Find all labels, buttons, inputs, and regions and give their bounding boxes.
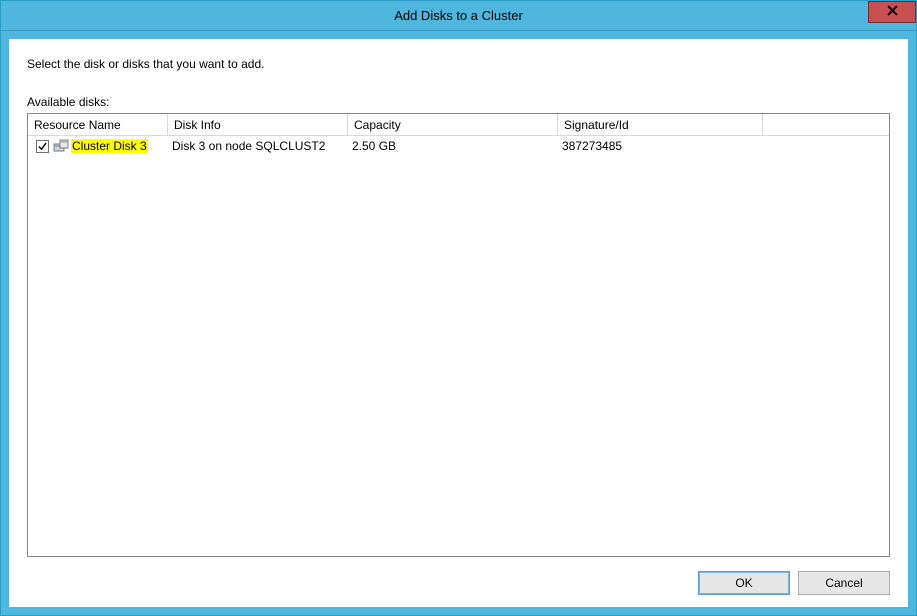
close-icon	[887, 5, 898, 19]
cell-resource: Cluster Disk 3	[32, 139, 168, 153]
list-header: Resource Name Disk Info Capacity Signatu…	[28, 114, 889, 136]
cell-capacity: 2.50 GB	[348, 139, 558, 153]
table-row[interactable]: Cluster Disk 3 Disk 3 on node SQLCLUST2 …	[28, 136, 889, 156]
column-header-signature[interactable]: Signature/Id	[558, 114, 763, 135]
window-title: Add Disks to a Cluster	[1, 8, 916, 23]
column-header-spacer	[763, 114, 889, 135]
cancel-button[interactable]: Cancel	[798, 571, 890, 595]
window-frame: Select the disk or disks that you want t…	[1, 31, 916, 615]
button-row: OK Cancel	[27, 557, 890, 595]
column-header-diskinfo[interactable]: Disk Info	[168, 114, 348, 135]
disk-list: Resource Name Disk Info Capacity Signatu…	[27, 113, 890, 557]
list-body[interactable]: Cluster Disk 3 Disk 3 on node SQLCLUST2 …	[28, 136, 889, 556]
column-header-resource[interactable]: Resource Name	[28, 114, 168, 135]
column-header-capacity[interactable]: Capacity	[348, 114, 558, 135]
disk-icon	[53, 139, 69, 153]
available-disks-label: Available disks:	[27, 95, 890, 109]
instruction-text: Select the disk or disks that you want t…	[27, 57, 890, 71]
close-button[interactable]	[868, 1, 916, 23]
row-checkbox[interactable]	[36, 140, 49, 153]
cell-diskinfo: Disk 3 on node SQLCLUST2	[168, 139, 348, 153]
resource-name: Cluster Disk 3	[71, 139, 148, 153]
dialog-window: Add Disks to a Cluster Select the disk o…	[0, 0, 917, 616]
titlebar[interactable]: Add Disks to a Cluster	[1, 1, 916, 31]
content-area: Select the disk or disks that you want t…	[9, 39, 908, 607]
ok-button[interactable]: OK	[698, 571, 790, 595]
cell-signature: 387273485	[558, 139, 763, 153]
